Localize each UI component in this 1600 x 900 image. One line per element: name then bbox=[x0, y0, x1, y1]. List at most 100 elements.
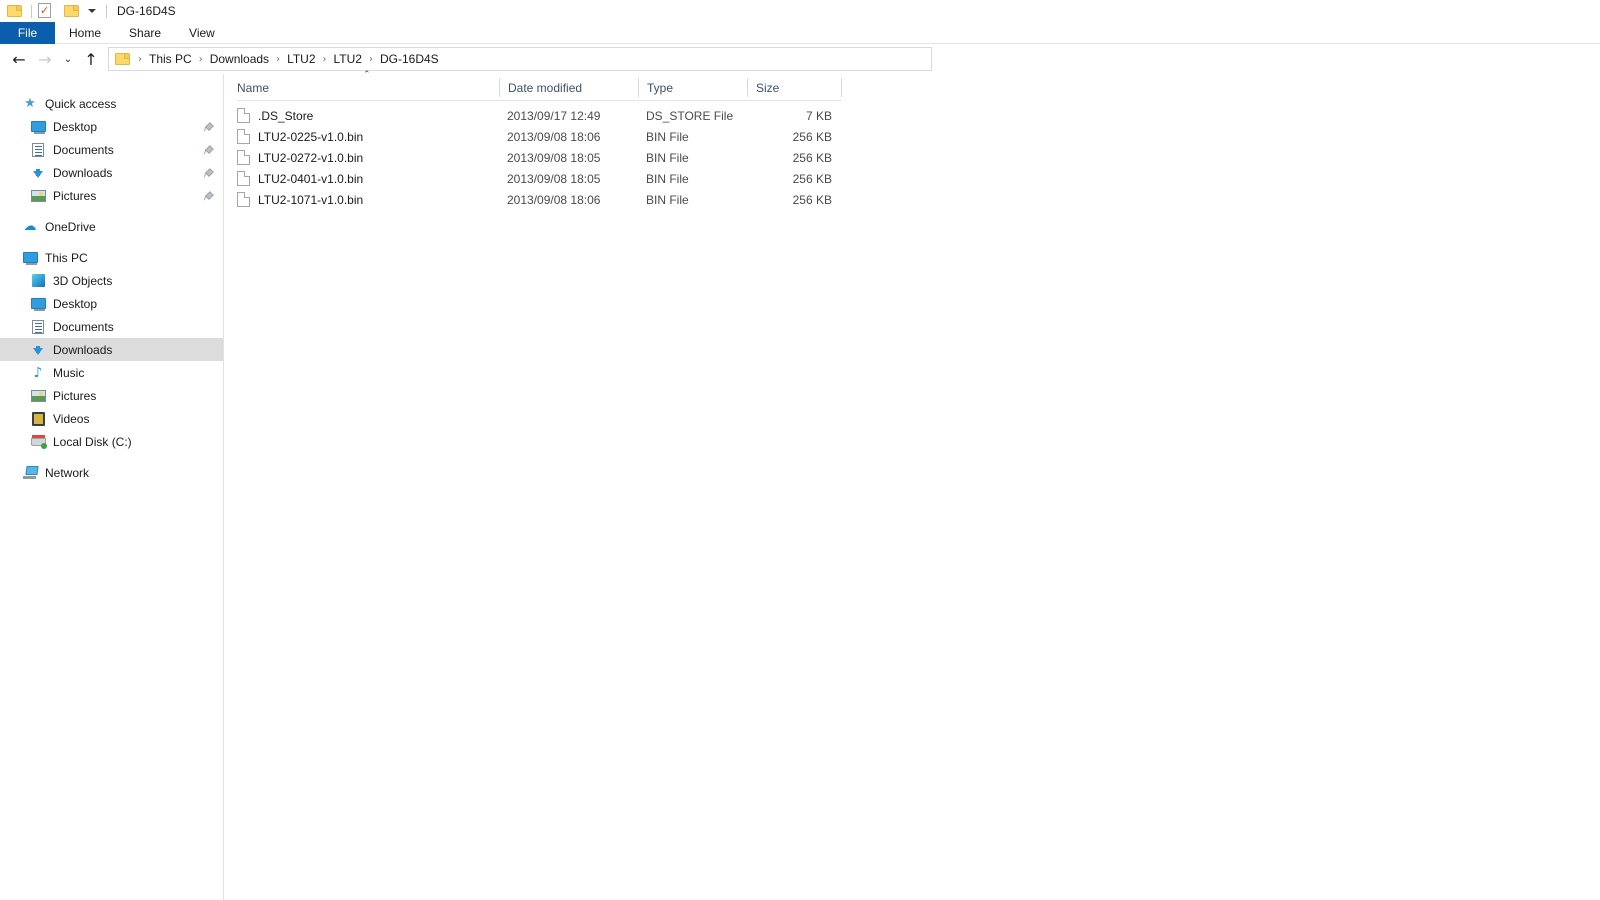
ribbon-tab-bar: File Home Share View bbox=[0, 22, 1600, 44]
sidebar-item-label: Desktop bbox=[53, 119, 98, 134]
breadcrumb-ltu2-2[interactable]: LTU2 bbox=[332, 52, 364, 66]
sidebar-item-label: This PC bbox=[45, 250, 88, 265]
sidebar-item-pictures[interactable]: Pictures bbox=[0, 384, 223, 407]
file-name-label: .DS_Store bbox=[258, 108, 314, 123]
pin-icon[interactable] bbox=[204, 121, 214, 133]
sidebar-item-quick-access[interactable]: ★ Quick access bbox=[0, 92, 223, 115]
table-row[interactable]: .DS_Store 2013/09/17 12:49 DS_STORE File… bbox=[237, 105, 841, 126]
window-title: DG-16D4S bbox=[117, 4, 176, 18]
sidebar-item-network[interactable]: Network bbox=[0, 461, 223, 484]
pin-icon[interactable] bbox=[204, 167, 214, 179]
pin-icon[interactable] bbox=[204, 144, 214, 156]
pin-icon[interactable] bbox=[204, 190, 214, 202]
file-name-cell[interactable]: LTU2-0401-v1.0.bin bbox=[237, 171, 499, 186]
file-size-cell: 7 KB bbox=[805, 108, 832, 123]
table-row[interactable]: LTU2-0401-v1.0.bin 2013/09/08 18:05 BIN … bbox=[237, 168, 841, 189]
breadcrumb-separator: › bbox=[322, 53, 327, 65]
sidebar-item-label: Network bbox=[45, 465, 90, 480]
file-date-cell: 2013/09/08 18:05 bbox=[507, 150, 601, 165]
sidebar-item-label: Pictures bbox=[53, 188, 97, 203]
file-type-cell: BIN File bbox=[646, 171, 689, 186]
sort-ascending-chevron-icon: ⌃ bbox=[363, 70, 371, 80]
sidebar-item-label: Documents bbox=[53, 142, 114, 157]
tab-file[interactable]: File bbox=[0, 22, 55, 44]
file-rows: .DS_Store 2013/09/17 12:49 DS_STORE File… bbox=[237, 101, 1600, 210]
sidebar-group-gap-3 bbox=[0, 453, 223, 461]
table-row[interactable]: LTU2-0225-v1.0.bin 2013/09/08 18:06 BIN … bbox=[237, 126, 841, 147]
column-header-type[interactable]: Type bbox=[638, 78, 747, 97]
document-icon bbox=[30, 319, 46, 335]
breadcrumb-separator: › bbox=[276, 53, 281, 65]
column-header-label: Date modified bbox=[508, 80, 583, 95]
file-name-cell[interactable]: LTU2-1071-v1.0.bin bbox=[237, 192, 499, 207]
picture-icon bbox=[30, 388, 46, 404]
sidebar-item-this-pc[interactable]: This PC bbox=[0, 246, 223, 269]
forward-arrow-icon: → bbox=[38, 49, 52, 69]
file-name-cell[interactable]: LTU2-0272-v1.0.bin bbox=[237, 150, 499, 165]
file-icon bbox=[237, 171, 250, 186]
network-icon bbox=[22, 465, 39, 481]
column-header-size[interactable]: Size bbox=[747, 78, 841, 97]
document-icon bbox=[30, 142, 46, 158]
breadcrumb-dg-16d4s[interactable]: DG-16D4S bbox=[378, 52, 441, 66]
breadcrumb-this-pc[interactable]: This PC bbox=[147, 52, 194, 66]
back-arrow-icon[interactable]: ← bbox=[6, 46, 32, 72]
sidebar-item-onedrive[interactable]: ☁ OneDrive bbox=[0, 215, 223, 238]
breadcrumb-downloads[interactable]: Downloads bbox=[208, 52, 271, 66]
file-size-cell: 256 KB bbox=[792, 192, 832, 207]
navigation-bar: ← → ⌄ ↑ › This PC › Downloads › LTU2 › L… bbox=[0, 44, 1600, 74]
sidebar-item-downloads[interactable]: Downloads bbox=[0, 338, 223, 361]
sidebar-item-desktop[interactable]: Desktop bbox=[0, 292, 223, 315]
file-name-cell[interactable]: LTU2-0225-v1.0.bin bbox=[237, 129, 499, 144]
window-body: ★ Quick access Desktop Documents Downloa… bbox=[0, 70, 1600, 900]
picture-icon bbox=[30, 188, 46, 204]
qat-new-folder-icon[interactable] bbox=[64, 3, 80, 19]
file-size-cell: 256 KB bbox=[792, 129, 832, 144]
sidebar-item-music[interactable]: ♪ Music bbox=[0, 361, 223, 384]
sidebar-item-local-disk-c[interactable]: Local Disk (C:) bbox=[0, 430, 223, 453]
column-header-label: Type bbox=[647, 80, 674, 95]
file-type-cell: BIN File bbox=[646, 150, 689, 165]
sidebar-item-videos[interactable]: Videos bbox=[0, 407, 223, 430]
file-name-label: LTU2-0272-v1.0.bin bbox=[258, 150, 364, 165]
file-icon bbox=[237, 108, 250, 123]
file-icon bbox=[237, 150, 250, 165]
table-row[interactable]: LTU2-0272-v1.0.bin 2013/09/08 18:05 BIN … bbox=[237, 147, 841, 168]
music-note-icon: ♪ bbox=[33, 364, 43, 381]
address-bar[interactable]: › This PC › Downloads › LTU2 › LTU2 › DG… bbox=[108, 47, 932, 71]
file-size-cell: 256 KB bbox=[792, 150, 832, 165]
breadcrumb-ltu2-1[interactable]: LTU2 bbox=[285, 52, 317, 66]
tab-view[interactable]: View bbox=[175, 22, 229, 44]
monitor-icon bbox=[22, 250, 38, 266]
sidebar-item-label: OneDrive bbox=[45, 219, 96, 234]
qat-divider-2 bbox=[106, 4, 107, 18]
sidebar-item-label: Local Disk (C:) bbox=[53, 434, 132, 449]
sidebar-item-label: Desktop bbox=[53, 296, 98, 311]
tab-home[interactable]: Home bbox=[55, 22, 115, 44]
monitor-icon bbox=[30, 296, 46, 312]
sidebar-item-label: Pictures bbox=[53, 388, 97, 403]
qat-properties-icon[interactable]: ✓ bbox=[38, 3, 54, 19]
column-header-end-divider bbox=[841, 78, 842, 97]
up-arrow-icon[interactable]: ↑ bbox=[78, 46, 104, 72]
sidebar-item-downloads-quick[interactable]: Downloads bbox=[0, 161, 223, 184]
column-header-name[interactable]: Name ⌃ bbox=[237, 70, 499, 97]
qat-folder-icon[interactable] bbox=[7, 3, 23, 19]
recent-locations-chevron-down-icon[interactable]: ⌄ bbox=[58, 46, 78, 72]
sidebar-item-documents[interactable]: Documents bbox=[0, 315, 223, 338]
sidebar-item-3d-objects[interactable]: 3D Objects bbox=[0, 269, 223, 292]
column-header-date-modified[interactable]: Date modified bbox=[499, 78, 638, 97]
file-name-cell[interactable]: .DS_Store bbox=[237, 108, 499, 123]
disk-drive-icon bbox=[30, 434, 47, 450]
sidebar-item-documents-quick[interactable]: Documents bbox=[0, 138, 223, 161]
table-row[interactable]: LTU2-1071-v1.0.bin 2013/09/08 18:06 BIN … bbox=[237, 189, 841, 210]
column-header-label: Name bbox=[237, 80, 270, 95]
qat-customize-chevron-down-icon[interactable] bbox=[88, 9, 96, 13]
navigation-pane: ★ Quick access Desktop Documents Downloa… bbox=[0, 74, 224, 900]
file-date-cell: 2013/09/08 18:06 bbox=[507, 129, 601, 144]
sidebar-item-pictures-quick[interactable]: Pictures bbox=[0, 184, 223, 207]
column-header-row: Name ⌃ Date modified Type Size bbox=[237, 70, 842, 101]
sidebar-item-desktop-quick[interactable]: Desktop bbox=[0, 115, 223, 138]
tab-share[interactable]: Share bbox=[115, 22, 175, 44]
file-type-cell: BIN File bbox=[646, 129, 689, 144]
